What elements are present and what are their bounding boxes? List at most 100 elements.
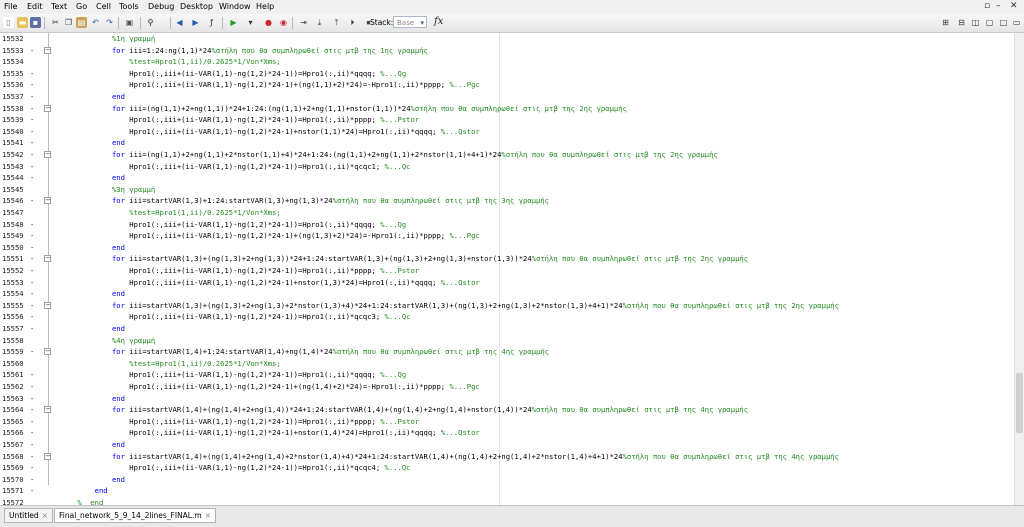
menu-tools[interactable]: Tools xyxy=(119,2,139,11)
code-line[interactable]: Hpro1(:,iii+(ii-VAR(1,1)-ng(1,2)*24-1))=… xyxy=(60,416,419,428)
editor-tab[interactable]: Untitled × xyxy=(4,508,53,523)
menu-desktop[interactable]: Desktop xyxy=(180,2,213,11)
minimize-icon[interactable]: ▭ xyxy=(1011,17,1022,28)
run-dropdown-icon[interactable]: ▾ xyxy=(245,17,256,28)
code-line[interactable]: Hpro1(:,iii+(ii-VAR(1,1)-ng(1,2)*24-1))=… xyxy=(60,265,419,277)
menu-edit[interactable]: Edit xyxy=(27,2,43,11)
code-line[interactable]: end xyxy=(60,137,125,149)
code-line[interactable]: for iii=startVAR(1,4)+(ng(1,4)+2+ng(1,4)… xyxy=(60,404,748,416)
code-line[interactable]: for iii=startVAR(1,4)+1:24:startVAR(1,4)… xyxy=(60,346,549,358)
code-line[interactable]: for iii=startVAR(1,3)+(ng(1,3)+2+ng(1,3)… xyxy=(60,253,748,265)
code-line[interactable]: %test=Hpro1(1,ii)/0.2625*1/Von*Xms; xyxy=(60,56,280,68)
menu-window[interactable]: Window xyxy=(219,2,251,11)
code-line[interactable]: end xyxy=(60,439,125,451)
continue-icon[interactable]: ⏵ xyxy=(347,17,358,28)
menu-file[interactable]: File xyxy=(4,2,17,11)
code-line[interactable]: for iii=(ng(1,1)+2+ng(1,1)+2*nstor(1,1)+… xyxy=(60,149,718,161)
code-line[interactable]: Hpro1(:,iii+(ii-VAR(1,1)-ng(1,2)*24-1))=… xyxy=(60,369,406,381)
code-line[interactable]: for iii=(ng(1,1)+2+ng(1,1))*24+1:24:(ng(… xyxy=(60,103,627,115)
run-icon[interactable]: ▶ xyxy=(228,17,239,28)
maximize-icon[interactable]: □ xyxy=(998,17,1009,28)
print-icon[interactable]: ▣ xyxy=(124,17,135,28)
menu-cell[interactable]: Cell xyxy=(96,2,111,11)
code-line[interactable]: end xyxy=(60,485,108,497)
cut-icon[interactable]: ✂ xyxy=(50,17,61,28)
menu-go[interactable]: Go xyxy=(76,2,87,11)
code-line[interactable]: end xyxy=(60,91,125,103)
fold-toggle-icon[interactable]: − xyxy=(44,406,51,414)
breakpoint-icon[interactable]: ● xyxy=(263,17,274,28)
code-line[interactable]: Hpro1(:,iii+(ii-VAR(1,1)-ng(1,2)*24-1))=… xyxy=(60,462,410,474)
menu-help[interactable]: Help xyxy=(256,2,274,11)
code-line[interactable]: Hpro1(:,iii+(ii-VAR(1,1)-ng(1,2)*24-1)+(… xyxy=(60,79,480,91)
vertical-scrollbar[interactable] xyxy=(1014,33,1024,505)
redo-icon[interactable]: ↷ xyxy=(104,17,115,28)
code-line[interactable]: end xyxy=(60,288,125,300)
code-line[interactable]: Hpro1(:,iii+(ii-VAR(1,1)-ng(1,2)*24-1))=… xyxy=(60,219,406,231)
scrollbar-thumb[interactable] xyxy=(1016,373,1023,433)
close-window-icon[interactable]: ✕ xyxy=(1010,1,1018,11)
float-icon[interactable]: ▢ xyxy=(984,17,995,28)
code-line[interactable]: for iii=startVAR(1,4)+(ng(1,4)+2+ng(1,4)… xyxy=(60,451,839,463)
step-out-icon[interactable]: ⤒ xyxy=(331,17,342,28)
code-line[interactable]: Hpro1(:,iii+(ii-VAR(1,1)-ng(1,2)*24-1))=… xyxy=(60,161,410,173)
code-line[interactable]: end xyxy=(60,242,125,254)
split-vertical-icon[interactable]: ◫ xyxy=(970,17,981,28)
fold-toggle-icon[interactable]: − xyxy=(44,197,51,205)
code-line[interactable]: Hpro1(:,iii+(ii-VAR(1,1)-ng(1,2)*24-1)+n… xyxy=(60,277,480,289)
code-line[interactable]: %test=Hpro1(1,ii)/0.2625*1/Von*Xms; xyxy=(60,207,280,219)
code-line[interactable]: Hpro1(:,iii+(ii-VAR(1,1)-ng(1,2)*24-1)+n… xyxy=(60,427,480,439)
fold-toggle-icon[interactable]: − xyxy=(44,301,51,309)
open-folder-icon[interactable]: ▬ xyxy=(17,17,28,28)
code-line[interactable]: %1η γραμμή xyxy=(60,33,155,45)
step-icon[interactable]: ⇥ xyxy=(298,17,309,28)
restore-window-icon[interactable]: ▫ xyxy=(984,1,990,11)
fold-toggle-icon[interactable]: − xyxy=(44,46,51,54)
code-line[interactable]: end xyxy=(60,474,125,486)
back-icon[interactable]: ◀ xyxy=(174,17,185,28)
fold-toggle-icon[interactable]: − xyxy=(44,151,51,158)
find-icon[interactable]: ⚲ xyxy=(145,17,156,28)
code-area[interactable]: %1η γραμμή for iii=1:24:ng(1,1)*24%στήλη… xyxy=(58,33,1014,507)
menu-text[interactable]: Text xyxy=(51,2,67,11)
fold-toggle-icon[interactable]: − xyxy=(44,452,51,460)
code-line[interactable]: Hpro1(:,iii+(ii-VAR(1,1)-ng(1,2)*24-1)+(… xyxy=(60,230,480,242)
code-line[interactable]: for iii=startVAR(1,3)+(ng(1,3)+2+ng(1,3)… xyxy=(60,300,839,312)
code-line[interactable]: end xyxy=(60,172,125,184)
code-line[interactable]: Hpro1(:,iii+(ii-VAR(1,1)-ng(1,2)*24-1))=… xyxy=(60,114,419,126)
code-line[interactable]: for iii=startVAR(1,3)+1:24:startVAR(1,3)… xyxy=(60,195,549,207)
minimize-window-icon[interactable]: – xyxy=(996,1,1001,11)
exit-debug-icon[interactable]: ⏹ xyxy=(363,17,374,28)
code-line[interactable]: %3η γραμμή xyxy=(60,184,155,196)
code-editor[interactable]: 15532 15533-15534 15535-15536-15537-15538-… xyxy=(0,33,1014,507)
save-icon[interactable]: ▪ xyxy=(30,17,41,28)
code-line[interactable]: %4η γραμμή xyxy=(60,335,155,347)
close-tab-icon[interactable]: × xyxy=(205,511,211,520)
tile-icon[interactable]: ⊞ xyxy=(940,17,951,28)
stack-select[interactable]: Base ▾ xyxy=(393,16,427,28)
function-icon[interactable]: ƒ xyxy=(206,17,217,28)
fx-button[interactable]: fx xyxy=(434,16,443,27)
code-line[interactable]: %test=Hpro1(1,ii)/0.2625*1/Von*Xms; xyxy=(60,358,280,370)
menu-debug[interactable]: Debug xyxy=(148,2,174,11)
editor-tab[interactable]: Final_network_5_9_14_2lines_FINAL.m × xyxy=(54,508,216,523)
code-line[interactable]: Hpro1(:,iii+(ii-VAR(1,1)-ng(1,2)*24-1)+n… xyxy=(60,126,480,138)
step-in-icon[interactable]: ⤓ xyxy=(314,17,325,28)
close-tab-icon[interactable]: × xyxy=(42,511,48,520)
code-line[interactable]: end xyxy=(60,323,125,335)
fold-toggle-icon[interactable]: − xyxy=(44,348,51,356)
code-line[interactable]: end xyxy=(60,393,125,405)
code-line[interactable]: Hpro1(:,iii+(ii-VAR(1,1)-ng(1,2)*24-1))=… xyxy=(60,311,410,323)
fold-toggle-icon[interactable]: − xyxy=(44,255,51,263)
undo-icon[interactable]: ↶ xyxy=(90,17,101,28)
fold-toggle-icon[interactable]: − xyxy=(44,104,51,112)
code-line[interactable]: Hpro1(:,iii+(ii-VAR(1,1)-ng(1,2)*24-1)+(… xyxy=(60,381,480,393)
split-horizontal-icon[interactable]: ⊟ xyxy=(956,17,967,28)
code-line[interactable]: Hpro1(:,iii+(ii-VAR(1,1)-ng(1,2)*24-1))=… xyxy=(60,68,406,80)
copy-icon[interactable]: ❐ xyxy=(63,17,74,28)
code-line[interactable]: for iii=1:24:ng(1,1)*24%στήλη που θα συμ… xyxy=(60,45,428,57)
paste-icon[interactable]: ▤ xyxy=(76,17,87,28)
forward-icon[interactable]: ▶ xyxy=(190,17,201,28)
new-file-icon[interactable]: ▯ xyxy=(3,17,14,28)
clear-breakpoint-icon[interactable]: ◉ xyxy=(278,17,289,28)
